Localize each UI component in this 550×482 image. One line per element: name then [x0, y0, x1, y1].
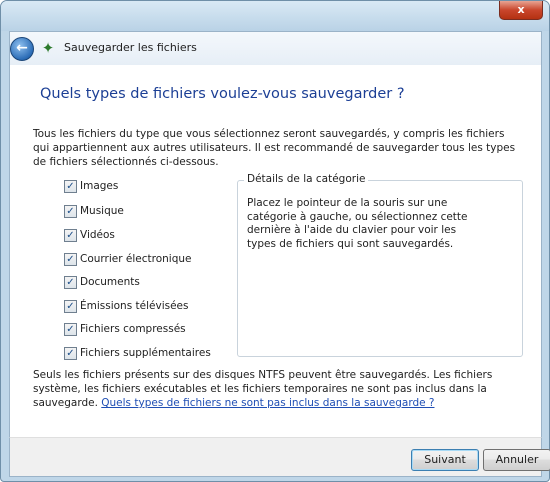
- checkbox-check-icon[interactable]: ✓: [64, 253, 77, 266]
- checkbox-label[interactable]: Vidéos: [80, 228, 115, 242]
- next-button[interactable]: Suivant: [411, 449, 479, 471]
- back-button[interactable]: ←: [10, 37, 34, 61]
- close-button[interactable]: x: [499, 1, 543, 20]
- checkbox-label[interactable]: Courrier électronique: [80, 252, 191, 266]
- checkbox-check-icon[interactable]: ✓: [64, 323, 77, 336]
- cancel-button[interactable]: Annuler: [483, 449, 550, 471]
- excluded-files-link[interactable]: Quels types de fichiers ne sont pas incl…: [101, 397, 434, 409]
- checkbox-check-icon[interactable]: ✓: [64, 180, 77, 193]
- checkbox-check-icon[interactable]: ✓: [64, 347, 77, 360]
- checkbox-check-icon[interactable]: ✓: [64, 300, 77, 313]
- title-bar: [1, 1, 549, 31]
- footer-note: Seuls les fichiers présents sur des disq…: [33, 368, 521, 410]
- checkbox-label[interactable]: Fichiers compressés: [80, 322, 186, 336]
- checkbox-label[interactable]: Émissions télévisées: [80, 299, 188, 313]
- intro-text: Tous les fichiers du type que vous sélec…: [33, 128, 516, 168]
- category-details-title: Détails de la catégorie: [244, 173, 369, 185]
- checkbox-label[interactable]: Musique: [80, 204, 124, 218]
- checkbox-check-icon[interactable]: ✓: [64, 205, 77, 218]
- checkbox-label[interactable]: Documents: [80, 275, 140, 289]
- checkbox-label[interactable]: Fichiers supplémentaires: [80, 346, 211, 360]
- checkbox-check-icon[interactable]: ✓: [64, 229, 77, 242]
- checkbox-check-icon[interactable]: ✓: [64, 276, 77, 289]
- wizard-title: Sauvegarder les fichiers: [64, 41, 197, 54]
- backup-icon: ✦: [41, 39, 55, 57]
- checkbox-label[interactable]: Images: [80, 179, 118, 193]
- category-details-text: Placez le pointeur de la souris sur une …: [247, 197, 468, 250]
- page-heading: Quels types de fichiers voulez-vous sauv…: [40, 86, 405, 102]
